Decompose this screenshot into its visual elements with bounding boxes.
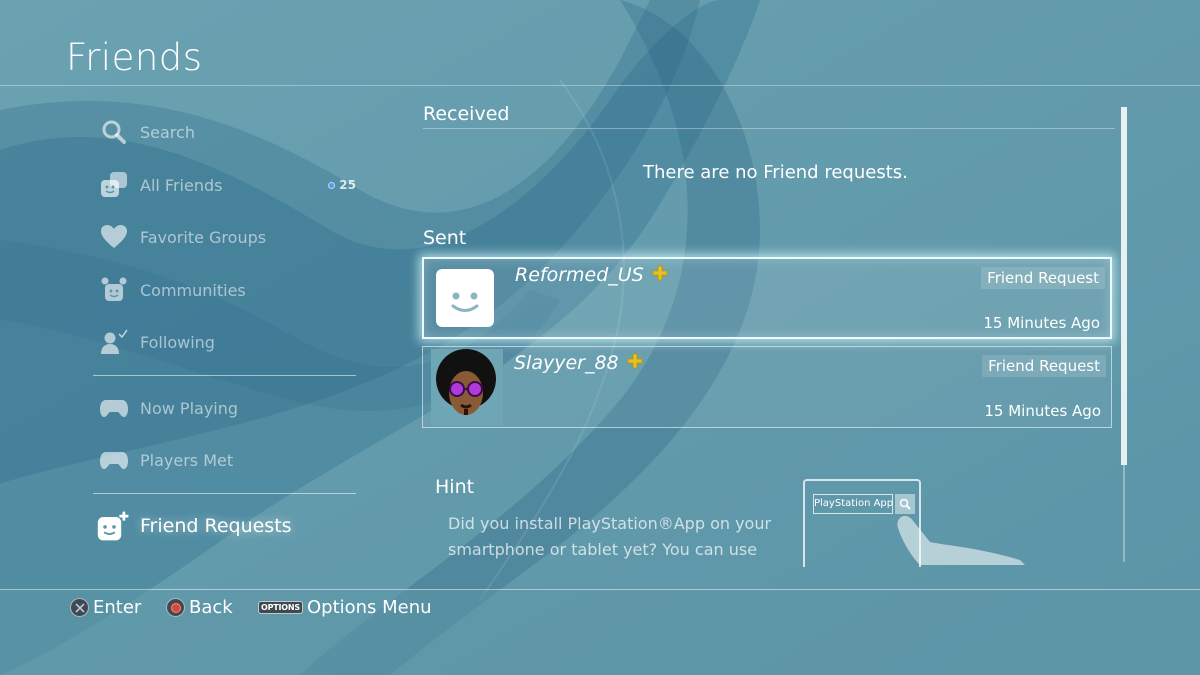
playstation-plus-icon [627, 352, 643, 374]
options-label: Options Menu [306, 597, 432, 618]
hint-text: Did you install PlayStation®App on your … [448, 514, 772, 559]
sent-request-card[interactable]: Slayyer_88 Friend Request 15 Minutes Ago [422, 346, 1112, 428]
page-title: Friends [66, 36, 203, 79]
sidebar-item-label: Communities [140, 280, 246, 300]
user-avatar [431, 349, 503, 425]
back-label: Back [189, 597, 233, 618]
sidebar-item-all-friends[interactable]: All Friends 25 [92, 165, 358, 205]
header-divider [0, 85, 1200, 86]
sent-title: Sent [423, 227, 467, 249]
playstation-plus-icon [652, 264, 668, 286]
sidebar-item-communities[interactable]: Communities [92, 270, 358, 310]
sidebar-item-label: Now Playing [140, 398, 239, 418]
sidebar-item-label: All Friends [140, 175, 223, 195]
search-icon [96, 116, 132, 148]
sidebar-item-friend-requests[interactable]: Friend Requests [92, 506, 358, 546]
controller-icon [96, 444, 132, 476]
received-title: Received [423, 103, 510, 125]
options-button-hint[interactable]: OPTIONS Options Menu [258, 597, 432, 618]
hint-title: Hint [435, 476, 475, 498]
footer-divider [0, 589, 1200, 590]
default-avatar-icon [436, 269, 494, 327]
received-divider [423, 128, 1115, 129]
sidebar-item-search[interactable]: Search [92, 112, 358, 152]
app-search-field: PlayStation App [813, 494, 893, 514]
friend-count: 25 [339, 178, 356, 192]
sent-request-card[interactable]: Reformed_US Friend Request 15 Minutes Ag… [422, 257, 1112, 339]
sidebar-item-favorite-groups[interactable]: Favorite Groups [92, 217, 358, 257]
enter-button-hint[interactable]: Enter [70, 597, 141, 618]
sidebar-item-following[interactable]: Following [92, 322, 358, 362]
communities-icon [96, 274, 132, 306]
request-status-badge: Friend Request [981, 267, 1105, 289]
scrollbar-thumb[interactable] [1121, 107, 1127, 465]
friend-name-text: Slayyer_88 [514, 352, 619, 374]
friend-name-text: Reformed_US [515, 264, 644, 286]
sidebar-divider [93, 375, 356, 376]
following-icon [96, 326, 132, 358]
circle-button-icon [166, 598, 185, 617]
cross-button-icon [70, 598, 89, 617]
enter-label: Enter [93, 597, 142, 618]
sidebar-item-now-playing[interactable]: Now Playing [92, 388, 358, 428]
heart-icon [96, 221, 132, 253]
sidebar-item-label: Following [140, 332, 215, 352]
back-button-hint[interactable]: Back [166, 597, 233, 618]
sidebar-item-label: Search [140, 122, 195, 142]
empty-requests-message: There are no Friend requests. [643, 162, 908, 183]
sidebar-item-label: Players Met [140, 450, 234, 470]
sidebar-item-label: Friend Requests [140, 515, 292, 537]
sidebar-item-label: Favorite Groups [140, 227, 267, 247]
friend-request-icon [96, 510, 132, 542]
sidebar-item-players-met[interactable]: Players Met [92, 440, 358, 480]
friends-icon [96, 169, 132, 201]
request-time: 15 Minutes Ago [983, 314, 1100, 332]
friend-name: Slayyer_88 [514, 352, 643, 374]
options-key-icon: OPTIONS [258, 601, 303, 614]
request-status-badge: Friend Request [982, 355, 1106, 377]
controller-icon [96, 392, 132, 424]
scrollbar-track[interactable] [1123, 465, 1125, 562]
online-dot-icon [328, 181, 336, 189]
hand-pointer-icon [897, 515, 1025, 565]
friend-name: Reformed_US [515, 264, 668, 286]
request-time: 15 Minutes Ago [984, 402, 1101, 420]
sidebar-divider [93, 493, 356, 494]
friend-count-badge: 25 [328, 178, 356, 192]
